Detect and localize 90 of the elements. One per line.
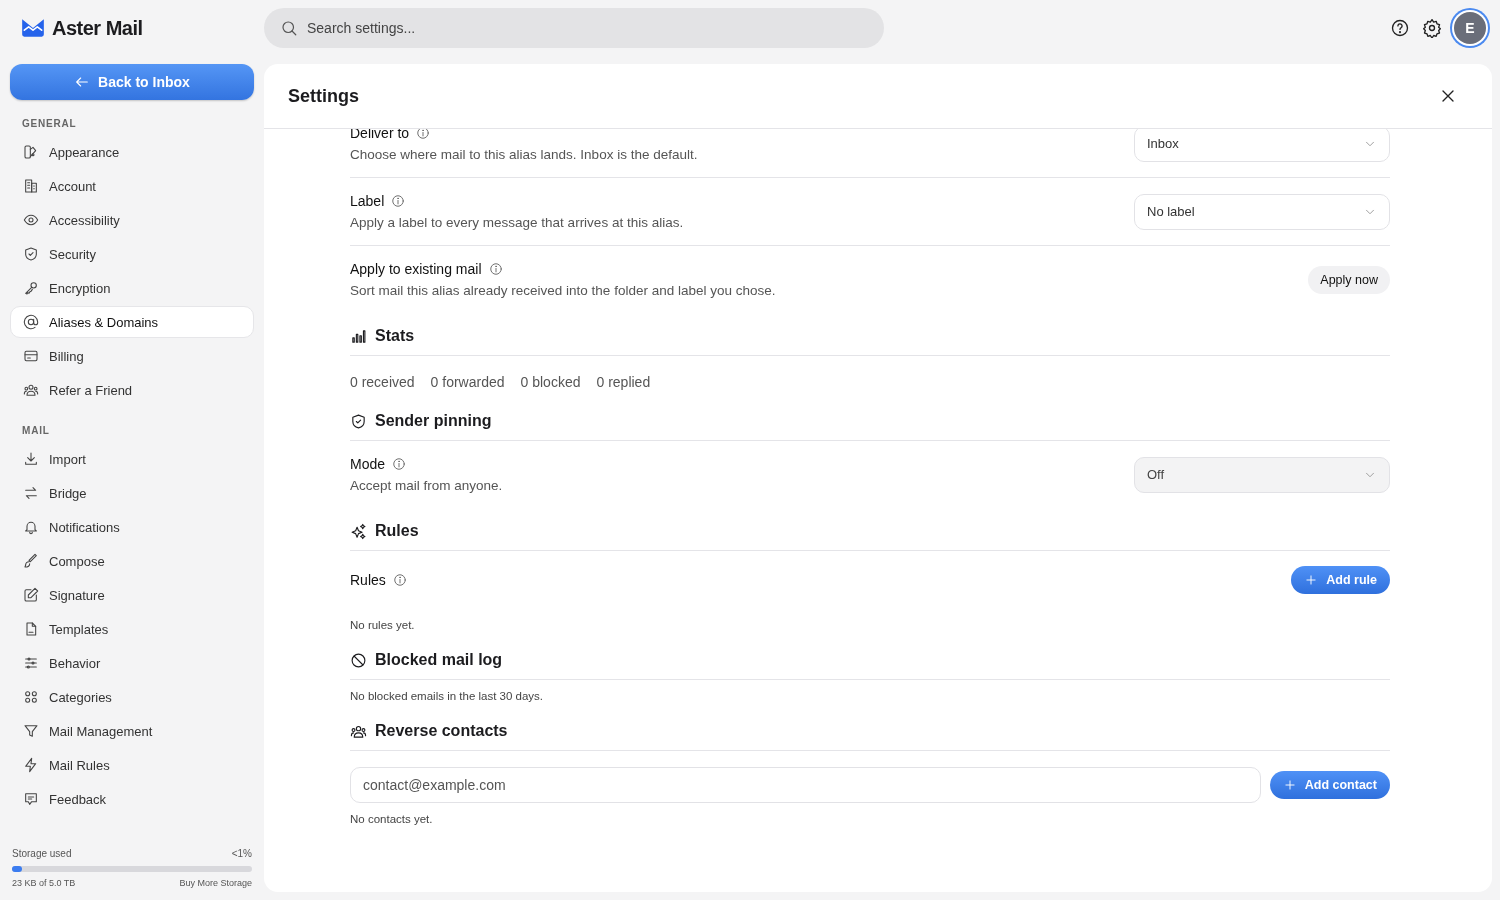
info-icon <box>392 573 407 587</box>
document-icon <box>23 621 39 637</box>
add-contact-button[interactable]: Add contact <box>1269 771 1390 799</box>
download-icon <box>23 451 39 467</box>
info-icon <box>391 194 406 208</box>
lightning-icon <box>23 757 39 773</box>
setting-label: Label <box>350 193 385 209</box>
bell-icon <box>23 519 39 535</box>
credit-card-icon <box>23 348 39 364</box>
storage-label: Storage used <box>12 848 72 859</box>
setting-label: Rules <box>350 572 386 588</box>
shield-check-icon <box>350 412 367 430</box>
sidebar-item[interactable]: Behavior <box>10 647 254 679</box>
section-heading: Sender pinning <box>375 412 492 430</box>
sliders-icon <box>23 655 39 671</box>
sidebar-item[interactable]: Mail Rules <box>10 749 254 781</box>
building-icon <box>23 178 39 194</box>
sidebar-item[interactable]: Security <box>10 238 254 270</box>
sidebar-item[interactable]: Feedback <box>10 783 254 815</box>
empty-message: No blocked emails in the last 30 days. <box>350 689 545 704</box>
sidebar-item[interactable]: Mail Management <box>10 715 254 747</box>
app-name: Aster Mail <box>52 16 143 40</box>
section-title: GENERAL <box>21 117 78 131</box>
chat-icon <box>23 791 39 807</box>
arrow-left-icon <box>74 74 91 90</box>
sidebar-item[interactable]: Encryption <box>10 272 254 304</box>
at-sign-icon <box>23 314 39 330</box>
sidebar-item[interactable]: Compose <box>10 545 254 577</box>
people-icon <box>23 382 39 398</box>
storage-usage: 23 KB of 5.0 TB <box>12 878 76 888</box>
info-icon <box>488 262 503 276</box>
contact-input-field[interactable]: contact@example.com <box>350 767 1261 803</box>
setting-description: Sort mail this alias already received into the folder and label you chose. <box>350 283 776 298</box>
swap-arrows-icon <box>23 485 39 501</box>
section-heading: Stats <box>375 327 415 345</box>
funnel-icon <box>23 723 39 739</box>
shield-check-icon <box>23 246 39 262</box>
setting-description: Accept mail from anyone. <box>350 478 503 493</box>
sidebar-item[interactable]: Bridge <box>10 477 254 509</box>
storage-percent: <1% <box>231 848 252 859</box>
sidebar-item[interactable]: Billing <box>10 340 254 372</box>
sidebar-item[interactable]: Account <box>10 170 254 202</box>
sidebar-item[interactable]: Aliases & Domains <box>10 306 254 338</box>
sidebar-item[interactable]: Refer a Friend <box>10 374 254 406</box>
sidebar-item[interactable]: Appearance <box>10 136 254 168</box>
sidebar-item[interactable]: Notifications <box>10 511 254 543</box>
brush-icon <box>23 553 39 569</box>
stat-count: 0 blocked <box>520 374 581 390</box>
setting-label: Apply to existing mail <box>350 261 482 277</box>
sidebar-item[interactable]: Categories <box>10 681 254 713</box>
key-icon <box>23 280 39 296</box>
setting-description: Apply a label to every message that arrives at this alias. <box>350 215 684 230</box>
section-heading: Blocked mail log <box>375 651 503 669</box>
help-icon <box>1390 18 1410 38</box>
setting-label: Mode <box>350 456 386 472</box>
dropdown[interactable]: No label <box>1134 193 1390 230</box>
sparkles-icon <box>350 522 367 540</box>
dropdown[interactable]: Inbox <box>1134 129 1390 162</box>
info-icon <box>416 129 431 140</box>
panel-title: Settings <box>288 85 359 107</box>
blocked-icon <box>350 651 367 669</box>
edit-icon <box>23 587 39 603</box>
empty-message: No rules yet. <box>350 618 416 633</box>
plus-icon <box>1282 778 1297 792</box>
bar-chart-icon <box>350 327 367 345</box>
buy-storage-link[interactable]: Buy More Storage <box>179 878 252 888</box>
search-field[interactable]: Search settings... <box>264 8 884 48</box>
section-heading: Rules <box>375 522 419 540</box>
sidebar-item[interactable]: Import <box>10 443 254 475</box>
stat-count: 0 received <box>350 374 415 390</box>
plus-icon <box>1304 573 1319 587</box>
sidebar-item[interactable]: Accessibility <box>10 204 254 236</box>
add-rule-button[interactable]: Add rule <box>1291 566 1390 594</box>
sidebar-item[interactable]: Signature <box>10 579 254 611</box>
apply-now-button[interactable]: Apply now <box>1308 265 1390 294</box>
stat-count: 0 forwarded <box>430 374 505 390</box>
info-icon <box>392 457 407 471</box>
empty-message: No contacts yet. <box>350 812 434 827</box>
search-icon <box>280 19 298 37</box>
eye-icon <box>23 212 39 228</box>
avatar[interactable]: E <box>1454 12 1486 44</box>
settings-icon <box>1422 18 1442 38</box>
sidebar-item[interactable]: Templates <box>10 613 254 645</box>
stat-count: 0 replied <box>596 374 651 390</box>
setting-description: Choose where mail to this alias lands. Inbox is the default. <box>350 147 698 162</box>
grid-icon <box>23 689 39 705</box>
palette-icon <box>23 144 39 160</box>
section-title: MAIL <box>21 424 51 438</box>
section-heading: Reverse contacts <box>375 722 508 740</box>
back-to-inbox-button[interactable]: Back to Inbox <box>10 64 254 100</box>
